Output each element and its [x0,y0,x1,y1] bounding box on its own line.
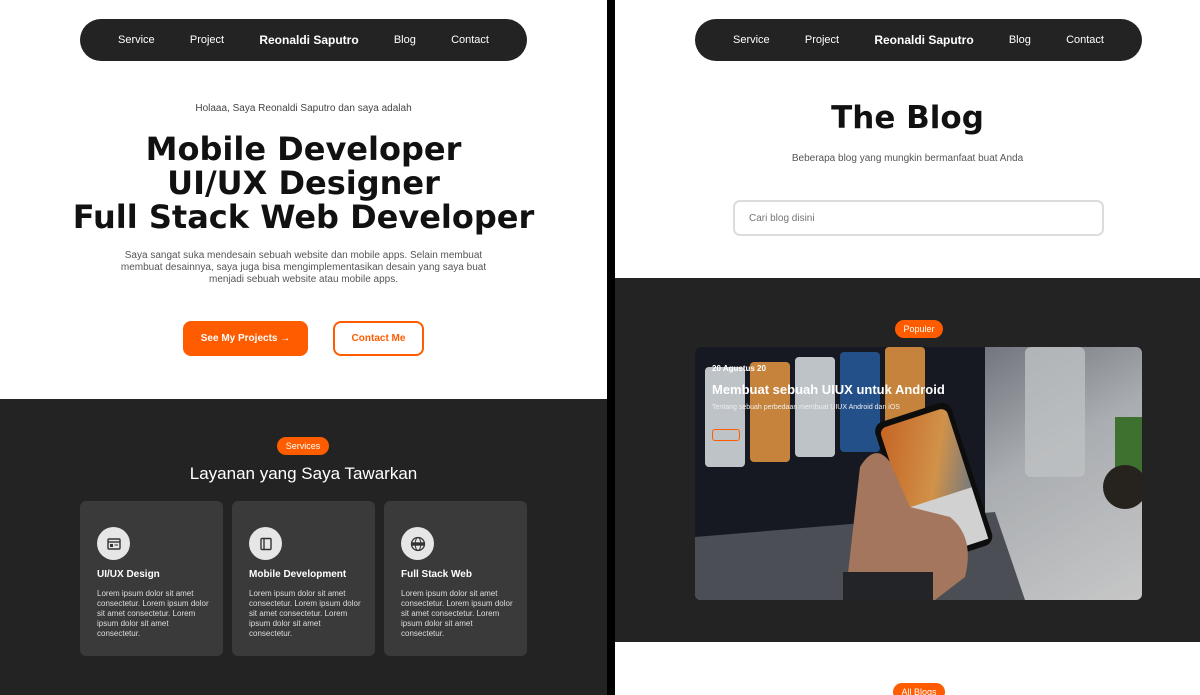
service-card-title: Full Stack Web [401,569,472,580]
nav-brand[interactable]: Reonaldi Saputro [874,33,973,47]
hero-title-line: UI/UX Designer [167,164,440,202]
service-card-desc: Lorem ipsum dolor sit amet consectetur. … [97,589,209,638]
featured-blog-desc: Tentang sebuah perbedaan membuat UIUX An… [712,404,900,411]
layout-icon [97,527,130,560]
nav-project[interactable]: Project [805,34,839,46]
hero-intro: Holaaa, Saya Reonaldi Saputro dan saya a… [195,103,412,114]
nav-blog[interactable]: Blog [1009,34,1031,46]
service-card-title: UI/UX Design [97,569,160,580]
contact-me-button[interactable]: Contact Me [333,321,424,356]
nav-service[interactable]: Service [118,34,155,46]
service-card-desc: Lorem ipsum dolor sit amet consectetur. … [401,589,513,638]
blog-page-panel: Service Project Reonaldi Saputro Blog Co… [615,0,1200,695]
featured-blog-tag [712,429,740,441]
service-card-mobile[interactable]: Mobile Development Lorem ipsum dolor sit… [232,501,375,656]
service-card-uiux[interactable]: UI/UX Design Lorem ipsum dolor sit amet … [80,501,223,656]
hero-description: Saya sangat suka mendesain sebuah websit… [120,250,487,285]
service-card-web[interactable]: Full Stack Web Lorem ipsum dolor sit ame… [384,501,527,656]
services-heading: Layanan yang Saya Tawarkan [189,464,418,483]
popular-pill: Populer [895,320,943,338]
featured-blog-title: Membuat sebuah UIUX untuk Android [712,382,945,397]
nav-project[interactable]: Project [190,34,224,46]
nav-service[interactable]: Service [733,34,770,46]
home-page-panel: Service Project Reonaldi Saputro Blog Co… [0,0,607,695]
www-icon [401,527,434,560]
mobile-icon [249,527,282,560]
see-projects-button[interactable]: See My Projects → [183,321,308,356]
blog-title: The Blog [831,100,984,136]
hero-title: Mobile Developer UI/UX Designer Full Sta… [0,132,607,234]
blog-subtitle: Beberapa blog yang mungkin bermanfaat bu… [791,153,1024,164]
nav-contact[interactable]: Contact [1066,34,1104,46]
nav-contact[interactable]: Contact [451,34,489,46]
featured-blog-card[interactable]: 20 Agustus 20 Membuat sebuah UIUX untuk … [695,347,1142,600]
nav-blog[interactable]: Blog [394,34,416,46]
nav-brand[interactable]: Reonaldi Saputro [259,33,358,47]
navbar: Service Project Reonaldi Saputro Blog Co… [695,19,1142,61]
service-card-title: Mobile Development [249,569,347,580]
featured-blog-date: 20 Agustus 20 [712,364,766,373]
navbar: Service Project Reonaldi Saputro Blog Co… [80,19,527,61]
service-card-desc: Lorem ipsum dolor sit amet consectetur. … [249,589,361,638]
services-section: Services Layanan yang Saya Tawarkan UI/U… [0,399,607,695]
hero-title-line: Full Stack Web Developer [72,198,535,236]
popular-section: Populer 20 Agustus 20 Membuat sebuah UIU… [615,278,1200,642]
all-blogs-pill: All Blogs [893,683,945,695]
blog-search-input[interactable] [733,200,1104,236]
hero-title-line: Mobile Developer [145,130,462,168]
services-pill: Services [277,437,329,455]
